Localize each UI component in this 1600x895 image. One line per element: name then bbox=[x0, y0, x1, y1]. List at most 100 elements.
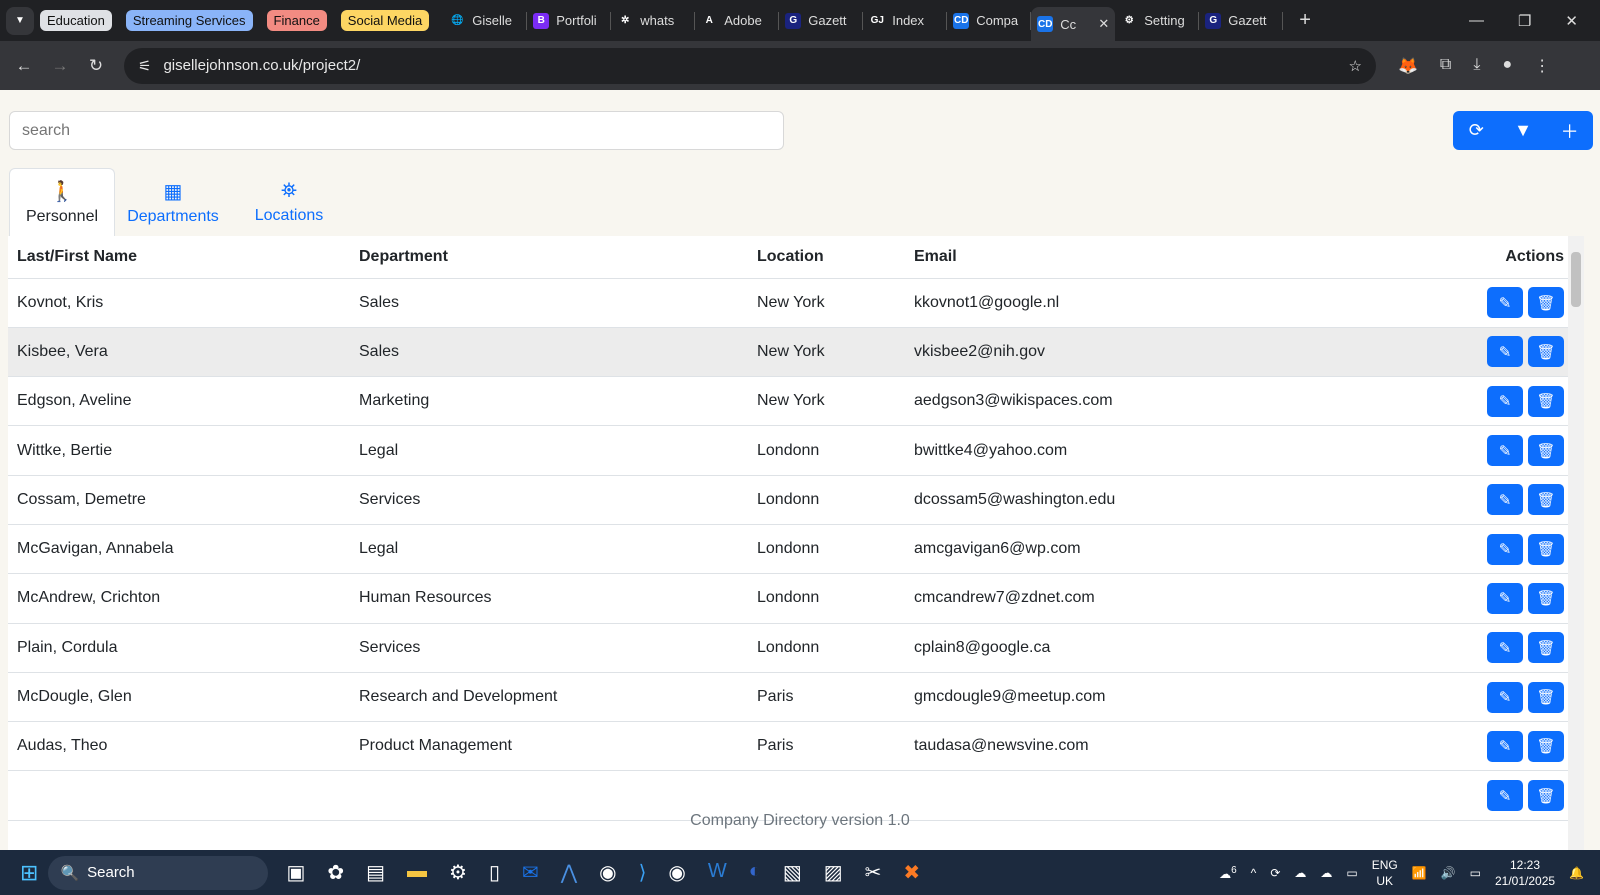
minimize-button[interactable]: — bbox=[1469, 12, 1484, 30]
edit-button[interactable]: ✎ bbox=[1487, 435, 1523, 467]
edit-button[interactable]: ✎ bbox=[1487, 780, 1523, 812]
close-tab-icon[interactable]: ✕ bbox=[1098, 16, 1109, 32]
cloud-icon[interactable]: ☁ bbox=[1294, 866, 1306, 880]
language-indicator[interactable]: ENG UK bbox=[1372, 857, 1398, 889]
back-button[interactable]: ← bbox=[6, 56, 42, 76]
delete-button[interactable]: 🗑 bbox=[1528, 435, 1564, 467]
browser-tab[interactable]: A Adobe bbox=[695, 11, 780, 30]
chrome-icon[interactable]: ◉ bbox=[668, 860, 685, 885]
edit-button[interactable]: ✎ bbox=[1487, 484, 1523, 516]
delete-button[interactable]: 🗑 bbox=[1528, 336, 1564, 368]
chrome-icon[interactable]: ◉ bbox=[599, 860, 616, 885]
delete-button[interactable]: 🗑 bbox=[1528, 385, 1564, 417]
browser-tab[interactable]: CD Compa bbox=[947, 11, 1032, 30]
display-icon[interactable]: ▭ bbox=[1346, 866, 1357, 880]
delete-button[interactable]: 🗑 bbox=[1528, 681, 1564, 713]
sync-icon[interactable]: ⟳ bbox=[1270, 866, 1280, 880]
taskbar-search[interactable]: 🔍 Search bbox=[48, 855, 269, 890]
browser-tab[interactable]: B Portfoli bbox=[527, 11, 612, 30]
table-scrollbar[interactable] bbox=[1568, 236, 1584, 882]
browser-tab[interactable]: CD Cc ✕ bbox=[1031, 7, 1116, 41]
edit-button[interactable]: ✎ bbox=[1487, 632, 1523, 664]
delete-button[interactable]: 🗑 bbox=[1528, 533, 1564, 565]
clock[interactable]: 12:23 21/01/2025 bbox=[1495, 857, 1555, 889]
start-button[interactable]: ⊞ bbox=[20, 860, 38, 886]
browser-tab[interactable]: GJ Index bbox=[863, 11, 948, 30]
bookmark-star-icon[interactable]: ☆ bbox=[1349, 57, 1362, 75]
close-window-button[interactable]: ✕ bbox=[1565, 12, 1578, 30]
xampp-icon[interactable]: ✖ bbox=[903, 860, 920, 885]
favicon-icon: B bbox=[533, 12, 550, 29]
weather-icon[interactable]: ☁6 bbox=[1219, 865, 1237, 881]
cell-email: dcossam5@washington.edu bbox=[905, 475, 1356, 525]
edit-button[interactable]: ✎ bbox=[1487, 385, 1523, 417]
delete-button[interactable]: 🗑 bbox=[1528, 484, 1564, 516]
word-icon[interactable]: W bbox=[708, 860, 727, 885]
app-icon[interactable]: ⋀ bbox=[561, 860, 577, 885]
photos-icon[interactable]: ▤ bbox=[366, 860, 385, 885]
download-icon[interactable]: ⤓ bbox=[1473, 56, 1480, 76]
delete-button[interactable]: 🗑 bbox=[1528, 780, 1564, 812]
tab-personnel[interactable]: 🚶 Personnel bbox=[9, 168, 115, 236]
edit-button[interactable]: ✎ bbox=[1487, 681, 1523, 713]
show-hidden-icons[interactable]: ^ bbox=[1251, 866, 1257, 880]
site-info-icon[interactable]: ⚟ bbox=[138, 57, 151, 75]
delete-button[interactable]: 🗑 bbox=[1528, 730, 1564, 762]
forward-button[interactable]: → bbox=[42, 56, 78, 76]
volume-icon[interactable]: 🔊 bbox=[1441, 866, 1456, 880]
wifi-icon[interactable]: 📶 bbox=[1412, 866, 1427, 880]
profile-avatar[interactable]: ● bbox=[1502, 56, 1512, 76]
edit-button[interactable]: ✎ bbox=[1487, 730, 1523, 762]
new-tab-button[interactable]: + bbox=[1289, 9, 1321, 32]
tab-group-finance[interactable]: Finance bbox=[266, 10, 327, 31]
filter-button[interactable]: ▼ bbox=[1500, 111, 1547, 150]
scrollbar-thumb[interactable] bbox=[1571, 252, 1581, 307]
delete-button[interactable]: 🗑 bbox=[1528, 582, 1564, 614]
notepad-icon[interactable]: ▯ bbox=[489, 860, 500, 885]
delete-button[interactable]: 🗑 bbox=[1528, 632, 1564, 664]
snipping-icon[interactable]: ✂ bbox=[865, 860, 882, 885]
battery-icon[interactable]: ▭ bbox=[1470, 866, 1481, 880]
edit-button[interactable]: ✎ bbox=[1487, 582, 1523, 614]
tab-group-streaming-services[interactable]: Streaming Services bbox=[125, 10, 253, 31]
tab-group-education[interactable]: Education bbox=[40, 10, 112, 31]
browser-tab[interactable]: 🌐 Giselle bbox=[443, 11, 528, 30]
image-app-icon[interactable]: ▧ bbox=[783, 860, 802, 885]
onedrive-icon[interactable]: ☁ bbox=[1320, 866, 1332, 880]
metamask-extension-icon[interactable]: 🦊 bbox=[1398, 56, 1418, 76]
settings-icon[interactable]: ⚙ bbox=[449, 860, 467, 885]
outlook-icon[interactable]: ✉ bbox=[522, 860, 539, 885]
edge-icon[interactable]: ◐ bbox=[749, 860, 761, 885]
browser-tab[interactable]: G Gazett bbox=[779, 11, 864, 30]
favicon-icon: G bbox=[1205, 12, 1222, 29]
copilot-icon[interactable]: ✿ bbox=[327, 860, 344, 885]
restore-button[interactable]: ❐ bbox=[1518, 12, 1531, 30]
reload-button[interactable]: ↻ bbox=[78, 56, 114, 76]
browser-tab[interactable]: ⚙ Setting bbox=[1115, 11, 1200, 30]
edit-button[interactable]: ✎ bbox=[1487, 287, 1523, 319]
tab-group-social-media[interactable]: Social Media bbox=[340, 10, 430, 31]
menu-icon[interactable]: ⋮ bbox=[1534, 56, 1550, 76]
edit-button[interactable]: ✎ bbox=[1487, 533, 1523, 565]
tab-departments[interactable]: ▦ Departments bbox=[115, 168, 231, 236]
extensions-icon[interactable]: ⧉ bbox=[1440, 56, 1451, 76]
edit-button[interactable]: ✎ bbox=[1487, 336, 1523, 368]
tab-locations[interactable]: ⛯ Locations bbox=[231, 168, 347, 236]
delete-button[interactable]: 🗑 bbox=[1528, 287, 1564, 319]
file-explorer-icon[interactable]: ▬ bbox=[407, 860, 427, 885]
notification-icon[interactable]: 🔔 bbox=[1569, 866, 1584, 880]
cell-department: Human Resources bbox=[350, 573, 748, 624]
address-bar[interactable]: ⚟ gisellejohnson.co.uk/project2/ ☆ bbox=[124, 47, 1376, 84]
browser-tab[interactable]: G Gazett bbox=[1199, 11, 1284, 30]
tab-title: Compa bbox=[976, 13, 1019, 28]
refresh-button[interactable]: ⟳ bbox=[1453, 111, 1500, 150]
vscode-icon[interactable]: ⟩ bbox=[639, 860, 647, 885]
browser-tab[interactable]: ✲ whats bbox=[611, 11, 696, 30]
app-icon[interactable]: ▨ bbox=[824, 860, 843, 885]
tab-title: Gazett bbox=[1228, 13, 1267, 28]
task-view-icon[interactable]: ▣ bbox=[286, 860, 305, 885]
url-text[interactable]: gisellejohnson.co.uk/project2/ bbox=[163, 57, 360, 74]
add-button[interactable]: ＋ bbox=[1546, 111, 1593, 150]
search-input[interactable] bbox=[9, 111, 784, 150]
tab-search-button[interactable]: ▼ bbox=[6, 6, 34, 35]
